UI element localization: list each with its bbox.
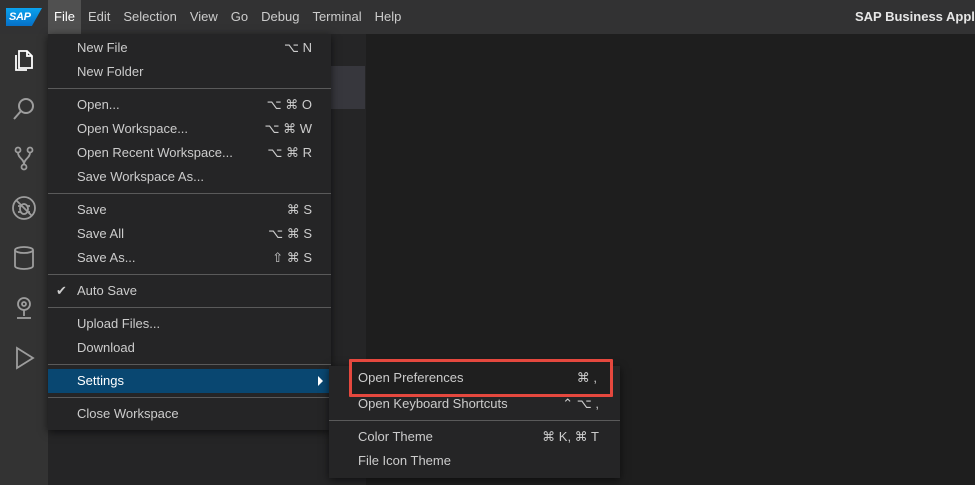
menu-item-open[interactable]: Open... ⌥ ⌘ O <box>48 93 331 117</box>
menu-help[interactable]: Help <box>369 0 408 34</box>
shortcut: ⌘ S <box>286 202 312 217</box>
menu-item-open-keyboard-shortcuts[interactable]: Open Keyboard Shortcuts ⌃ ⌥ , <box>329 392 620 416</box>
menu-view[interactable]: View <box>184 0 224 34</box>
app-title: SAP Business Appl <box>855 9 975 24</box>
menu-separator <box>48 274 331 275</box>
menu-item-auto-save[interactable]: ✔ Auto Save <box>48 279 331 303</box>
menu-item-file-icon-theme[interactable]: File Icon Theme <box>329 449 620 473</box>
settings-submenu: Open Preferences ⌘ , Open Keyboard Short… <box>329 366 620 478</box>
menu-separator <box>329 420 620 421</box>
shortcut: ⌥ ⌘ S <box>268 226 312 241</box>
shortcut: ⌥ ⌘ W <box>264 121 312 136</box>
menu-item-save-all[interactable]: Save All ⌥ ⌘ S <box>48 222 331 246</box>
location-pin-icon[interactable] <box>9 293 39 323</box>
menu-separator <box>48 88 331 89</box>
database-icon[interactable] <box>9 243 39 273</box>
menu-item-color-theme[interactable]: Color Theme ⌘ K, ⌘ T <box>329 425 620 449</box>
run-icon[interactable] <box>9 343 39 373</box>
menu-separator <box>48 193 331 194</box>
menu-bar: SAP File Edit Selection View Go Debug Te… <box>0 0 975 34</box>
debug-icon[interactable] <box>9 193 39 223</box>
file-menu: New File ⌥ N New Folder Open... ⌥ ⌘ O Op… <box>48 34 331 430</box>
shortcut: ⌥ N <box>284 40 312 55</box>
menu-separator <box>48 397 331 398</box>
menu-terminal[interactable]: Terminal <box>306 0 367 34</box>
menu-item-save[interactable]: Save ⌘ S <box>48 198 331 222</box>
sap-logo[interactable]: SAP <box>0 0 48 34</box>
activity-bar <box>0 34 48 485</box>
explorer-icon[interactable] <box>9 45 39 75</box>
shortcut: ⌥ ⌘ O <box>266 97 312 112</box>
menu-item-new-folder[interactable]: New Folder <box>48 60 331 84</box>
source-control-icon[interactable] <box>9 143 39 173</box>
shortcut: ⇧ ⌘ S <box>272 250 312 265</box>
chevron-right-icon <box>318 376 323 386</box>
sap-logo-icon: SAP <box>6 8 42 26</box>
menu-file[interactable]: File <box>48 0 81 34</box>
shortcut: ⌃ ⌥ , <box>562 396 599 411</box>
menu-item-open-preferences[interactable]: Open Preferences ⌘ , <box>329 368 620 392</box>
menu-item-save-as[interactable]: Save As... ⇧ ⌘ S <box>48 246 331 270</box>
menu-item-settings[interactable]: Settings <box>48 369 331 393</box>
menu-item-download[interactable]: Download <box>48 336 331 360</box>
menu-selection[interactable]: Selection <box>117 0 182 34</box>
shortcut: ⌘ K, ⌘ T <box>542 429 599 444</box>
checkmark-icon: ✔ <box>56 283 67 298</box>
menu-item-open-recent-workspace[interactable]: Open Recent Workspace... ⌥ ⌘ R <box>48 141 331 165</box>
side-panel-row <box>330 66 365 109</box>
menu-item-close-workspace[interactable]: Close Workspace <box>48 402 331 426</box>
search-icon[interactable] <box>9 94 39 124</box>
menu-debug[interactable]: Debug <box>255 0 305 34</box>
menu-separator <box>48 364 331 365</box>
menu-item-open-workspace[interactable]: Open Workspace... ⌥ ⌘ W <box>48 117 331 141</box>
menu-item-upload-files[interactable]: Upload Files... <box>48 312 331 336</box>
menu-edit[interactable]: Edit <box>82 0 116 34</box>
menu-item-new-file[interactable]: New File ⌥ N <box>48 36 331 60</box>
shortcut: ⌘ , <box>578 372 599 387</box>
menu-separator <box>48 307 331 308</box>
menu-go[interactable]: Go <box>225 0 254 34</box>
menu-item-save-workspace-as[interactable]: Save Workspace As... <box>48 165 331 189</box>
shortcut: ⌥ ⌘ R <box>267 145 312 160</box>
